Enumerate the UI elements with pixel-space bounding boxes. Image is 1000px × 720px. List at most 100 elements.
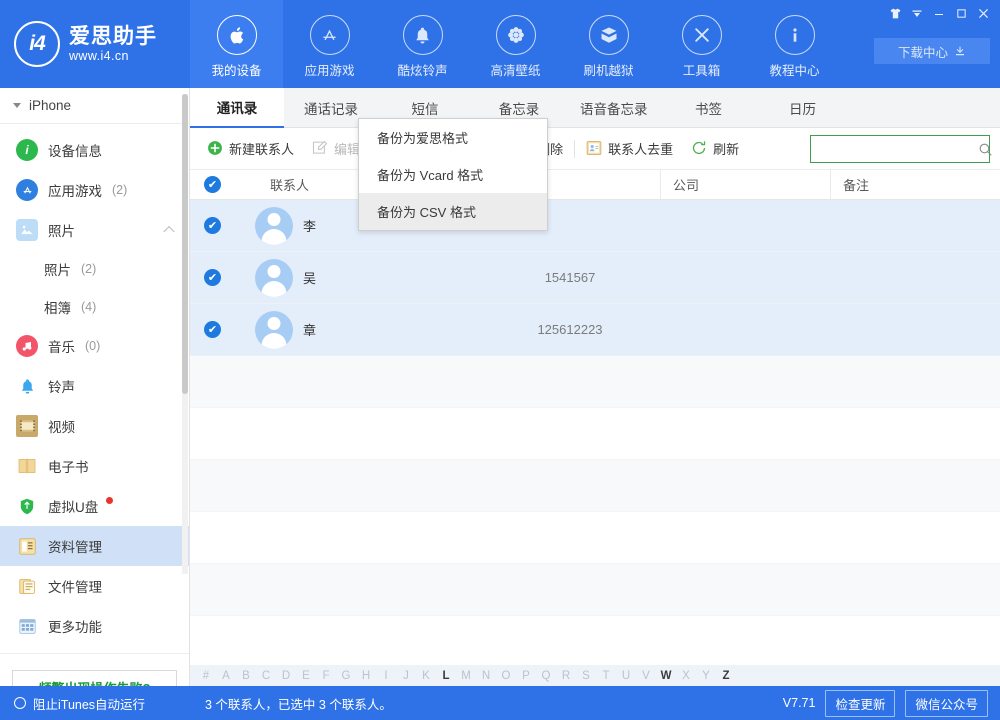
alpha-index-s[interactable]: S	[576, 670, 596, 682]
alpha-index-a[interactable]: A	[216, 670, 236, 682]
sidebar-item-ebooks[interactable]: 电子书	[0, 446, 189, 486]
column-header-company[interactable]: 公司	[660, 170, 830, 200]
alpha-index-h[interactable]: H	[356, 670, 376, 682]
alpha-index-q[interactable]: Q	[536, 670, 556, 682]
sidebar-item-videos[interactable]: 视频	[0, 406, 189, 446]
alpha-index-b[interactable]: B	[236, 670, 256, 682]
sidebar-item-photos[interactable]: 照片	[0, 210, 189, 250]
alpha-index-x[interactable]: X	[676, 670, 696, 682]
alpha-index-t[interactable]: T	[596, 670, 616, 682]
checkbox-checked-icon[interactable]: ✔	[204, 321, 221, 338]
skin-button[interactable]	[884, 4, 906, 23]
menu-item-backup-csv-format[interactable]: 备份为 CSV 格式	[359, 193, 547, 230]
alpha-index-w[interactable]: W	[656, 670, 676, 682]
nav-item-apps-games[interactable]: 应用游戏	[283, 0, 376, 88]
table-row[interactable]: ✔ 吴 1541567	[190, 252, 1000, 304]
tab-bookmarks[interactable]: 书签	[662, 88, 756, 128]
alpha-index-f[interactable]: F	[316, 670, 336, 682]
radio-icon[interactable]	[14, 697, 26, 709]
alpha-index-e[interactable]: E	[296, 670, 316, 682]
alpha-index-g[interactable]: G	[336, 670, 356, 682]
download-center-button[interactable]: 下载中心	[874, 38, 990, 64]
sidebar-item-data-management[interactable]: 资料管理	[0, 526, 189, 566]
close-button[interactable]	[972, 4, 994, 23]
search-icon[interactable]	[978, 142, 993, 157]
alpha-index-hash[interactable]: #	[196, 670, 216, 682]
row-checkbox[interactable]: ✔	[190, 269, 235, 286]
wechat-official-button[interactable]: 微信公众号	[905, 690, 988, 717]
appstore-icon	[16, 179, 38, 201]
alpha-index-d[interactable]: D	[276, 670, 296, 682]
table-row[interactable]: ✔ 章 125612223	[190, 304, 1000, 356]
table-header: ✔ 联系人 公司 备注	[190, 170, 1000, 200]
checkbox-checked-icon[interactable]: ✔	[204, 217, 221, 234]
tab-label: 日历	[789, 98, 816, 118]
alpha-index-o[interactable]: O	[496, 670, 516, 682]
sidebar-item-label: 更多功能	[48, 616, 102, 636]
checkbox-checked-icon[interactable]: ✔	[204, 269, 221, 286]
nav-item-tutorials[interactable]: 教程中心	[748, 0, 841, 88]
tab-voice-memos[interactable]: 语音备忘录	[566, 88, 662, 128]
sidebar-scrollbar[interactable]	[182, 94, 188, 574]
sidebar-item-apps-games[interactable]: 应用游戏 (2)	[0, 170, 189, 210]
sidebar-item-device-info[interactable]: i 设备信息	[0, 130, 189, 170]
select-all-checkbox[interactable]: ✔	[190, 176, 235, 193]
checkbox-checked-icon[interactable]: ✔	[204, 176, 221, 193]
nav-item-flash-jailbreak[interactable]: 刷机越狱	[562, 0, 655, 88]
sidebar-item-more-features[interactable]: 更多功能	[0, 606, 189, 646]
tab-label: 备忘录	[499, 98, 540, 118]
alpha-index-u[interactable]: U	[616, 670, 636, 682]
sidebar-item-albums[interactable]: 相簿 (4)	[0, 288, 189, 326]
maximize-button[interactable]	[950, 4, 972, 23]
check-update-button[interactable]: 检查更新	[825, 690, 895, 717]
dedupe-contacts-button[interactable]: 联系人去重	[577, 135, 682, 163]
nav-item-toolbox[interactable]: 工具箱	[655, 0, 748, 88]
sidebar-item-file-management[interactable]: 文件管理	[0, 566, 189, 606]
dedupe-icon	[586, 140, 603, 157]
sidebar-item-count: (4)	[81, 300, 96, 314]
search-input[interactable]	[817, 137, 978, 161]
sidebar-item-photos-sub[interactable]: 照片 (2)	[0, 250, 189, 288]
row-checkbox[interactable]: ✔	[190, 321, 235, 338]
alpha-index-l[interactable]: L	[436, 670, 456, 682]
minimize-button[interactable]	[928, 4, 950, 23]
backup-format-dropdown: 备份为爱思格式 备份为 Vcard 格式 备份为 CSV 格式	[358, 118, 548, 231]
sidebar-item-count: (2)	[81, 262, 96, 276]
sidebar-item-music[interactable]: 音乐 (0)	[0, 326, 189, 366]
alpha-index-j[interactable]: J	[396, 670, 416, 682]
column-header-note[interactable]: 备注	[830, 170, 1000, 200]
alpha-index-i[interactable]: I	[376, 670, 396, 682]
sidebar-item-ringtones[interactable]: 铃声	[0, 366, 189, 406]
alpha-index-k[interactable]: K	[416, 670, 436, 682]
nav-item-wallpapers[interactable]: 高清壁纸	[469, 0, 562, 88]
nav-item-ringtones[interactable]: 酷炫铃声	[376, 0, 469, 88]
table-row[interactable]: ✔ 李	[190, 200, 1000, 252]
box-icon	[589, 15, 629, 55]
row-checkbox[interactable]: ✔	[190, 217, 235, 234]
tab-calendar[interactable]: 日历	[756, 88, 850, 128]
tab-contacts[interactable]: 通讯录	[190, 88, 284, 128]
menu-item-backup-i4-format[interactable]: 备份为爱思格式	[359, 119, 547, 156]
block-itunes-toggle[interactable]: 阻止iTunes自动运行	[0, 694, 190, 713]
refresh-button[interactable]: 刷新	[682, 135, 748, 163]
nav-item-my-device[interactable]: 我的设备	[190, 0, 283, 88]
new-contact-button[interactable]: 新建联系人	[198, 135, 303, 163]
search-box[interactable]	[810, 135, 990, 163]
alpha-index-z[interactable]: Z	[716, 670, 736, 682]
sidebar-scrollbar-thumb[interactable]	[182, 94, 188, 394]
alpha-index-m[interactable]: M	[456, 670, 476, 682]
sidebar-item-count: (2)	[112, 183, 127, 197]
alpha-index-r[interactable]: R	[556, 670, 576, 682]
device-selector[interactable]: iPhone	[0, 88, 189, 124]
alpha-index-y[interactable]: Y	[696, 670, 716, 682]
menu-item-backup-vcard-format[interactable]: 备份为 Vcard 格式	[359, 156, 547, 193]
alpha-index-p[interactable]: P	[516, 670, 536, 682]
menu-button[interactable]	[906, 4, 928, 23]
alpha-index-n[interactable]: N	[476, 670, 496, 682]
sidebar-item-virtual-usb[interactable]: 虚拟U盘	[0, 486, 189, 526]
status-bar: 阻止iTunes自动运行 3 个联系人，已选中 3 个联系人。 V7.71 检查…	[0, 686, 1000, 720]
alpha-index-c[interactable]: C	[256, 670, 276, 682]
sidebar-item-label: 虚拟U盘	[48, 496, 98, 516]
alpha-index-v[interactable]: V	[636, 670, 656, 682]
refresh-label: 刷新	[713, 139, 739, 158]
